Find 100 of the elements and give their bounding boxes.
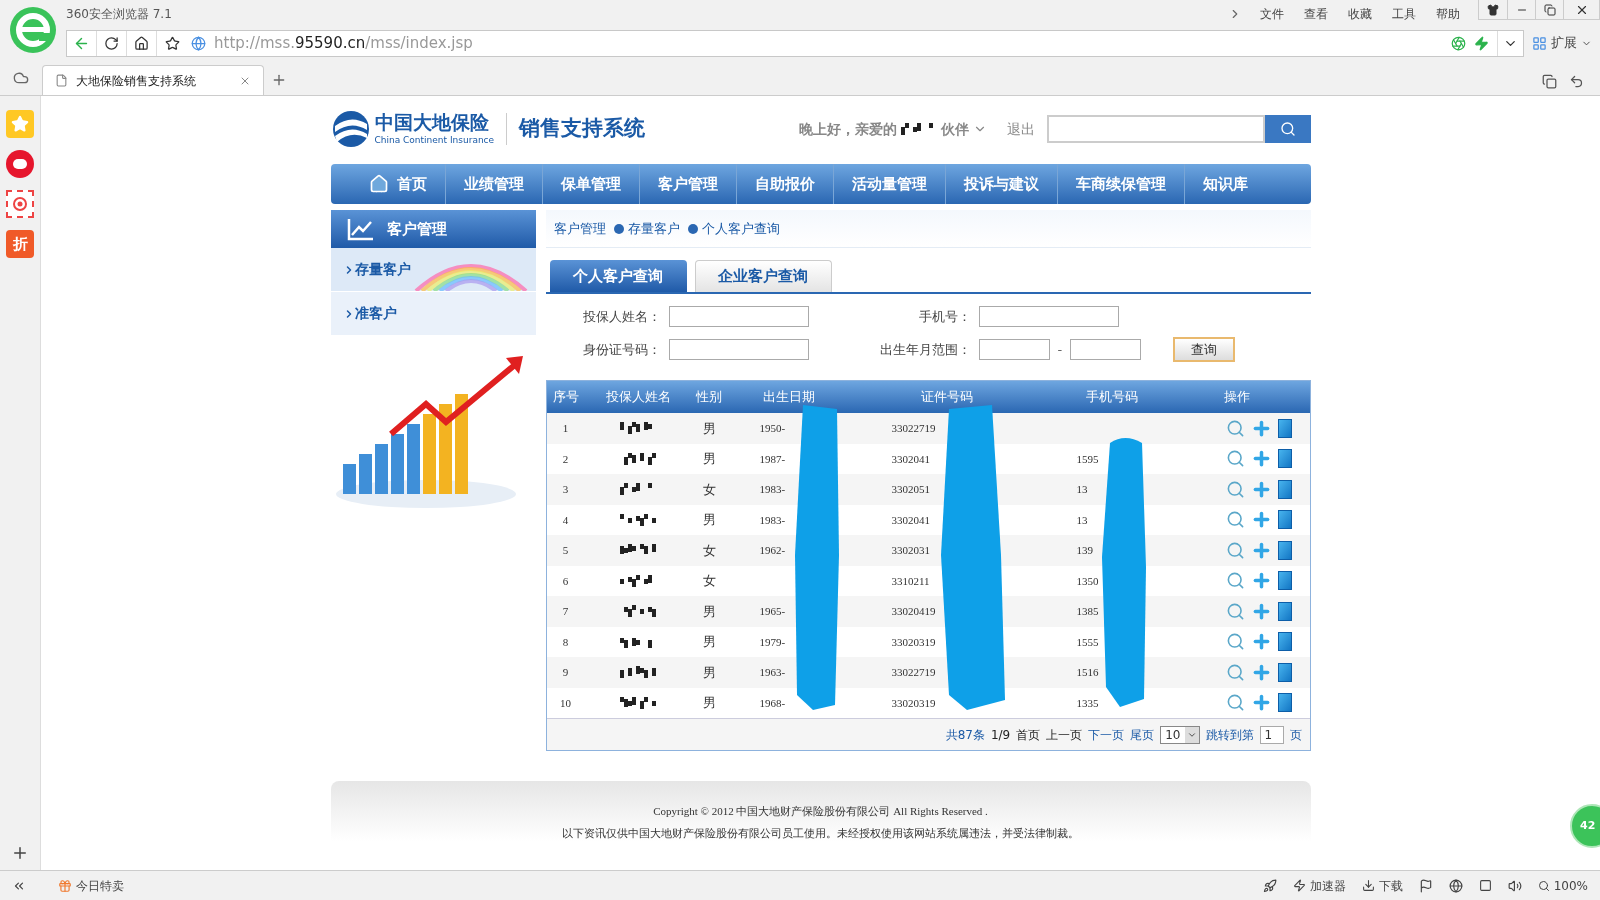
search-icon [1225,418,1245,438]
browser-logo-icon [9,6,57,54]
view-button[interactable] [1225,418,1245,438]
favorites-app-icon[interactable] [6,110,34,138]
query-tab[interactable]: 企业客户查询 [694,260,832,292]
role-dropdown[interactable]: 伙伴 [940,118,987,140]
query-tab[interactable]: 个人客户查询 [549,260,687,292]
page-suffix: 页 [1289,726,1302,744]
table-cell: 1983- [759,483,786,495]
address-bar[interactable]: http://mss.95590.cn/mss/index.jsp [66,29,1524,57]
table-cell-text: 男 [701,663,717,682]
nav-item[interactable]: 客户管理 [638,164,736,204]
table-cell: 3302051 [891,483,930,495]
nav-item[interactable]: 保单管理 [541,164,639,204]
shirt-icon [1487,3,1499,16]
input-field[interactable] [668,306,809,327]
nav-item[interactable]: 活动量管理 [832,164,945,204]
edit-button[interactable] [1277,601,1292,621]
menu-item[interactable]: 帮助 [1426,5,1470,23]
edit-button[interactable] [1277,479,1292,499]
table-cell: 1987- [759,452,786,465]
menu-item[interactable]: 查看 [1294,5,1338,23]
table-cell-text: 8 [561,634,570,650]
speed-icon[interactable] [1262,878,1277,893]
zoom-button[interactable]: 100% [1537,876,1588,895]
edit-button[interactable] [1277,510,1292,530]
flag-icon[interactable] [1418,878,1433,893]
status-button[interactable]: 下载 [1361,876,1403,895]
add-app-icon[interactable] [11,844,29,862]
table-cell-text: 女 [701,480,717,499]
table-cell: 1983- [759,513,786,526]
trend-icon [346,217,375,241]
table-cell: 1962- [759,544,786,556]
edit-button[interactable] [1277,449,1292,469]
breadcrumb-link[interactable]: 存量客户 [627,218,680,239]
start-date-field[interactable] [978,339,1050,360]
footer-text: Copyright © 2012 中国大地财产保险股份有限公司 All Rights Reserved . [653,804,988,819]
view-button[interactable] [1225,479,1245,499]
query-button[interactable]: 查询 [1173,337,1236,362]
daily-deals-button[interactable]: 今日特卖 [58,876,124,895]
table-cell: 1335 [1076,696,1099,709]
view-button[interactable] [1225,540,1245,560]
nav-item[interactable]: 自助报价 [735,164,833,204]
window-icon[interactable] [1478,879,1492,892]
nav-item[interactable]: 知识库 [1183,164,1266,204]
browser-title: 360安全浏览器 7.1 [66,6,173,23]
table-cell-text: 3 [561,482,570,497]
end-date-field[interactable] [1070,339,1142,360]
table-cell-text: 4 [561,512,570,528]
nav-item[interactable]: 车商续保管理 [1056,164,1184,204]
table-cell-text: 男 [701,602,717,621]
view-button[interactable] [1225,571,1245,591]
browser-icon[interactable] [1448,878,1463,893]
view-button[interactable] [1225,510,1245,530]
view-button[interactable] [1225,449,1245,469]
table-cell: 13 [1076,513,1088,526]
page-icon [55,74,68,87]
nav-item[interactable]: 投诉与建议 [944,164,1057,204]
nav-item[interactable]: 业绩管理 [444,164,542,204]
menu-item[interactable]: 收藏 [1338,5,1382,23]
url-text: http://mss.95590.cn/mss/index.jsp [214,32,474,54]
pager-link[interactable]: 尾页 [1130,725,1155,744]
page-size-select[interactable]: 10 [1160,725,1200,744]
edit-button[interactable] [1277,662,1292,682]
menu-item[interactable]: 工具 [1382,5,1426,23]
gift-icon [58,878,72,893]
edit-button[interactable] [1277,693,1292,713]
side-menu-item[interactable]: 准客户 [330,292,536,336]
menu-item[interactable]: 文件 [1250,5,1294,23]
company-logo-icon [330,110,371,148]
edit-button[interactable] [1277,540,1292,560]
table-cell: 1385 [1076,605,1099,617]
breadcrumb-link[interactable]: 客户管理 [553,218,606,239]
table-cell: 1968- [759,696,786,709]
search-field[interactable] [1046,115,1265,143]
logout-link[interactable]: 退出 [1006,118,1035,140]
search-button[interactable] [1264,115,1311,143]
input-field[interactable] [668,339,809,360]
view-button[interactable] [1225,693,1245,713]
side-menu-item[interactable]: 存量客户 [330,248,536,292]
volume-icon[interactable] [1507,878,1522,893]
table-cell: 1516 [1076,666,1099,678]
plus-icon [271,72,287,88]
input-field[interactable] [978,306,1119,327]
nav-item[interactable]: 首页 [350,164,445,204]
edit-button[interactable] [1277,571,1292,591]
column-header: 投保人姓名 [604,388,672,407]
column-header: 操作 [1222,388,1251,407]
breadcrumb-link[interactable]: 个人客户查询 [701,218,780,239]
edit-button[interactable] [1277,632,1292,652]
view-button[interactable] [1225,632,1245,652]
table-cell-text: 2 [561,451,570,467]
browser-tab[interactable]: 大地保险销售支持系统 [42,65,264,95]
view-button[interactable] [1225,662,1245,682]
edit-button[interactable] [1277,418,1292,438]
extensions-button[interactable]: 扩展 [1524,33,1600,53]
pager-link[interactable]: 下一页 [1088,725,1125,744]
status-button[interactable]: 加速器 [1292,876,1346,895]
page-number-field[interactable]: 1 [1259,725,1284,744]
view-button[interactable] [1225,601,1245,621]
